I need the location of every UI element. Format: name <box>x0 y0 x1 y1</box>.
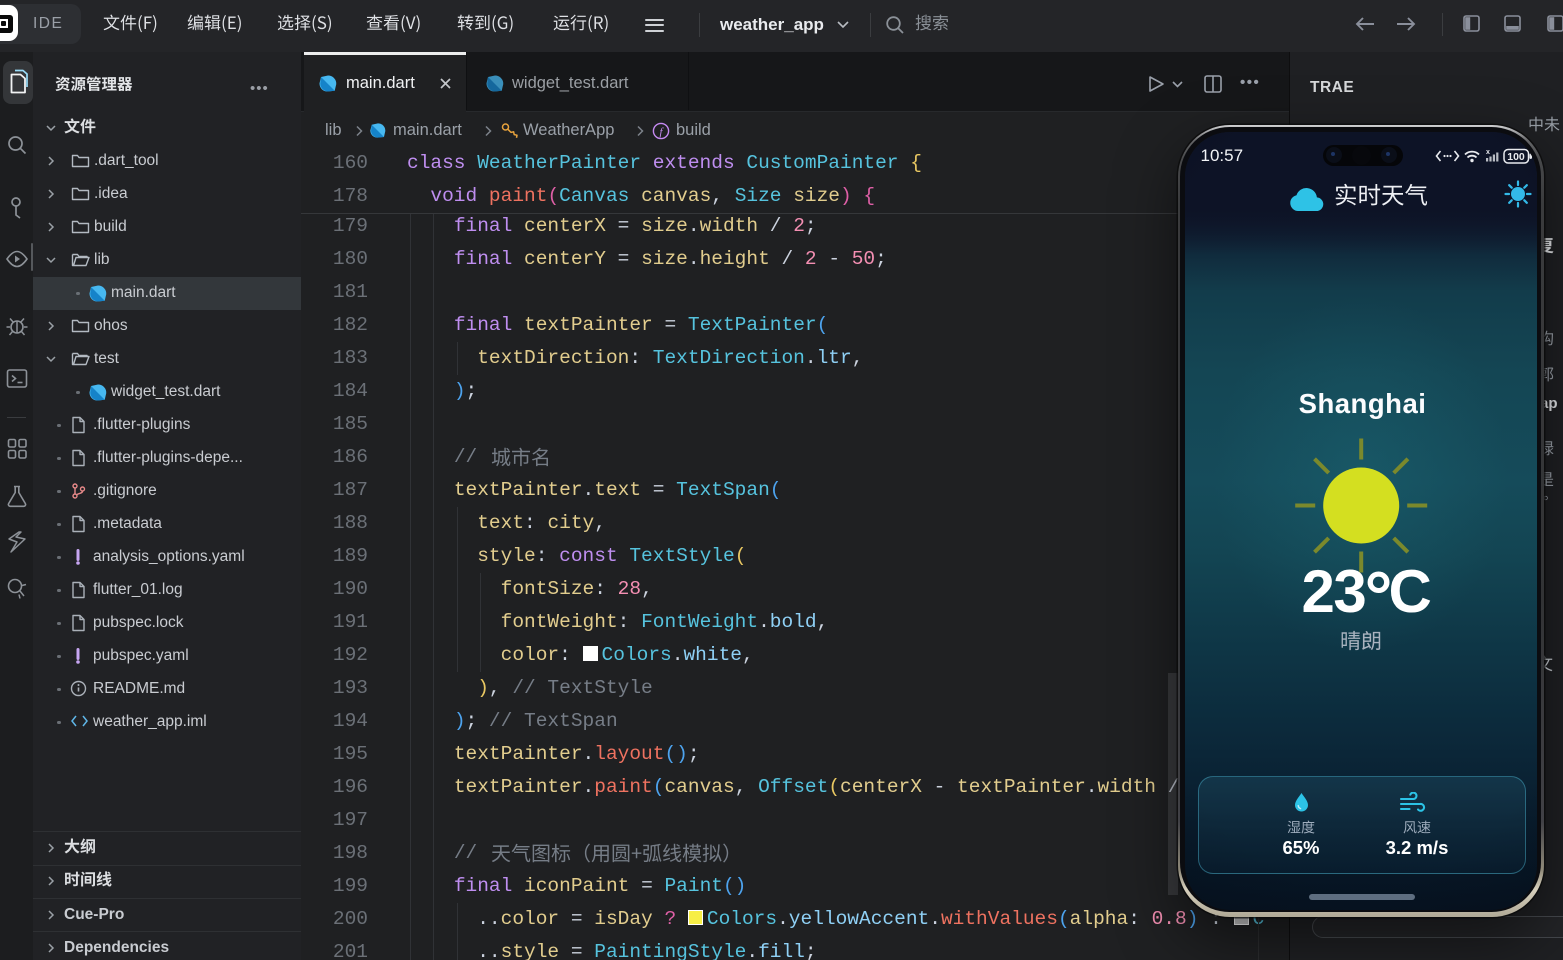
svg-text:f: f <box>659 126 664 138</box>
